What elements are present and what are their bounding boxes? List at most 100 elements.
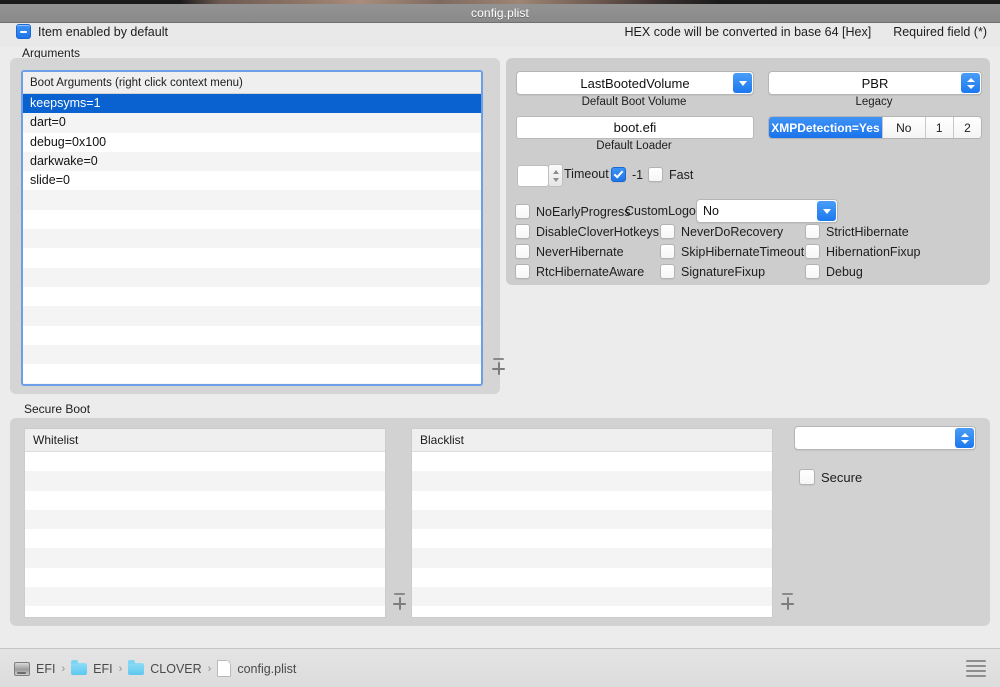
list-item-empty[interactable] — [412, 606, 772, 617]
minus-one-checkbox[interactable]: -1 — [611, 167, 643, 182]
checkbox-icon — [805, 244, 820, 259]
remove-whitelist-entry-icon[interactable] — [394, 593, 405, 595]
list-item[interactable]: debug=0x100 — [23, 132, 481, 152]
blacklist-add-remove-controls[interactable] — [781, 593, 794, 610]
breadcrumb-item-efi[interactable]: EFI — [14, 661, 56, 676]
add-blacklist-entry-icon[interactable] — [781, 597, 794, 610]
signature-fixup-checkbox[interactable]: SignatureFixup — [660, 264, 765, 279]
list-item-empty[interactable] — [23, 383, 481, 384]
default-boot-volume-combobox[interactable]: LastBootedVolume — [516, 71, 754, 95]
checkbox-icon — [805, 264, 820, 279]
fast-checkbox[interactable]: Fast — [648, 167, 693, 182]
list-item-empty[interactable] — [25, 567, 385, 588]
disable-clover-hotkeys-checkbox[interactable]: DisableCloverHotkeys — [515, 224, 659, 239]
whitelist-add-remove-controls[interactable] — [393, 593, 406, 610]
secure-checkbox[interactable]: Secure — [799, 469, 862, 485]
default-loader-label: Default Loader — [596, 140, 672, 152]
drive-icon — [14, 661, 30, 676]
default-loader-field[interactable]: boot.efi — [516, 116, 754, 139]
chevron-down-icon[interactable] — [817, 201, 836, 221]
list-item-empty[interactable] — [412, 509, 772, 530]
timeout-input[interactable] — [517, 165, 549, 187]
checkbox-icon — [799, 469, 815, 485]
list-item-empty[interactable] — [23, 325, 481, 345]
custom-logo-combobox[interactable]: No — [696, 199, 838, 223]
boot-arguments-list[interactable]: Boot Arguments (right click context menu… — [21, 70, 483, 386]
list-item-empty[interactable] — [412, 529, 772, 549]
document-icon — [217, 660, 232, 677]
debug-checkbox[interactable]: Debug — [805, 264, 863, 279]
list-item[interactable]: slide=0 — [23, 171, 481, 191]
list-item-empty[interactable] — [25, 587, 385, 607]
legacy-label: Legacy — [855, 96, 893, 108]
list-item-empty[interactable] — [25, 452, 385, 472]
strict-hibernate-checkbox[interactable]: StrictHibernate — [805, 224, 909, 239]
blacklist-list[interactable]: Blacklist — [411, 428, 773, 618]
list-item-empty[interactable] — [412, 490, 772, 510]
add-argument-icon[interactable] — [492, 362, 505, 375]
list-item-empty[interactable] — [23, 267, 481, 287]
arguments-add-remove-controls[interactable] — [492, 358, 505, 375]
list-item-empty[interactable] — [412, 587, 772, 607]
skip-hibernate-timeout-checkbox[interactable]: SkipHibernateTimeout — [660, 244, 804, 259]
list-item-empty[interactable] — [412, 471, 772, 491]
list-item-empty[interactable] — [412, 452, 772, 472]
list-item-empty[interactable] — [25, 606, 385, 617]
list-item-empty[interactable] — [25, 509, 385, 530]
list-item[interactable]: darkwake=0 — [23, 151, 481, 172]
list-item-empty[interactable] — [23, 229, 481, 249]
list-item-empty[interactable] — [23, 248, 481, 268]
chevron-up-down-icon[interactable] — [955, 428, 974, 448]
add-whitelist-entry-icon[interactable] — [393, 597, 406, 610]
remove-blacklist-entry-icon[interactable] — [782, 593, 793, 595]
list-item-empty[interactable] — [412, 567, 772, 588]
never-hibernate-checkbox[interactable]: NeverHibernate — [515, 244, 624, 259]
breadcrumb-item-efi[interactable]: EFI — [71, 659, 113, 676]
legacy-combobox[interactable]: PBR — [768, 71, 982, 95]
rtc-hibernate-aware-checkbox[interactable]: RtcHibernateAware — [515, 264, 644, 279]
list-item[interactable]: dart=0 — [23, 113, 481, 133]
segment-0[interactable]: XMPDetection=Yes — [769, 117, 883, 138]
timeout-label: Timeout — [564, 167, 609, 181]
list-item-empty[interactable] — [25, 548, 385, 568]
breadcrumb-item-clover[interactable]: CLOVER — [128, 659, 202, 676]
breadcrumb-item-label: CLOVER — [150, 661, 202, 676]
strict-hibernate-label: StrictHibernate — [826, 224, 909, 239]
skip-hibernate-timeout-label: SkipHibernateTimeout — [681, 244, 805, 259]
breadcrumb-item-label: EFI — [36, 661, 56, 676]
list-item-empty[interactable] — [25, 471, 385, 491]
list-menu-icon[interactable] — [966, 660, 986, 677]
list-item-empty[interactable] — [23, 190, 481, 210]
list-item-empty[interactable] — [25, 529, 385, 549]
list-item-empty[interactable] — [23, 286, 481, 307]
breadcrumb[interactable]: EFI › EFI › CLOVER › config.plist — [14, 649, 296, 687]
segment-2[interactable]: 1 — [925, 117, 954, 138]
list-item[interactable]: keepsyms=1 — [23, 94, 481, 114]
list-item-empty[interactable] — [23, 209, 481, 230]
secure-boot-policy-combobox[interactable] — [794, 426, 976, 450]
no-early-progress-checkbox[interactable]: NoEarlyProgress — [515, 204, 630, 219]
timeout-stepper[interactable] — [548, 164, 563, 187]
chevron-up-down-icon[interactable] — [961, 73, 980, 93]
list-item-empty[interactable] — [412, 548, 772, 568]
chevron-down-icon[interactable] — [733, 73, 752, 93]
list-item-empty[interactable] — [25, 490, 385, 510]
window-titlebar[interactable]: config.plist — [0, 4, 1000, 23]
item-enabled-by-default-checkbox[interactable]: Item enabled by default — [16, 24, 168, 39]
remove-argument-icon[interactable] — [493, 358, 504, 360]
checkbox-icon — [515, 264, 530, 279]
segment-1[interactable]: No — [882, 117, 926, 138]
segment-3[interactable]: 2 — [953, 117, 981, 138]
breadcrumb-item-config-plist[interactable]: config.plist — [217, 660, 296, 677]
hibernation-fixup-checkbox[interactable]: HibernationFixup — [805, 244, 921, 259]
checkbox-icon — [515, 224, 530, 239]
boot-arguments-rows[interactable]: keepsyms=1 dart=0 debug=0x100 darkwake=0 sli… — [23, 94, 481, 384]
list-item-empty[interactable] — [23, 344, 481, 365]
blacklist-rows[interactable] — [412, 452, 772, 617]
whitelist-list[interactable]: Whitelist — [24, 428, 386, 618]
never-do-recovery-checkbox[interactable]: NeverDoRecovery — [660, 224, 783, 239]
xmp-detection-segmented-control[interactable]: XMPDetection=Yes No 1 2 — [768, 116, 982, 139]
list-item-empty[interactable] — [23, 306, 481, 326]
list-item-empty[interactable] — [23, 364, 481, 384]
whitelist-rows[interactable] — [25, 452, 385, 617]
